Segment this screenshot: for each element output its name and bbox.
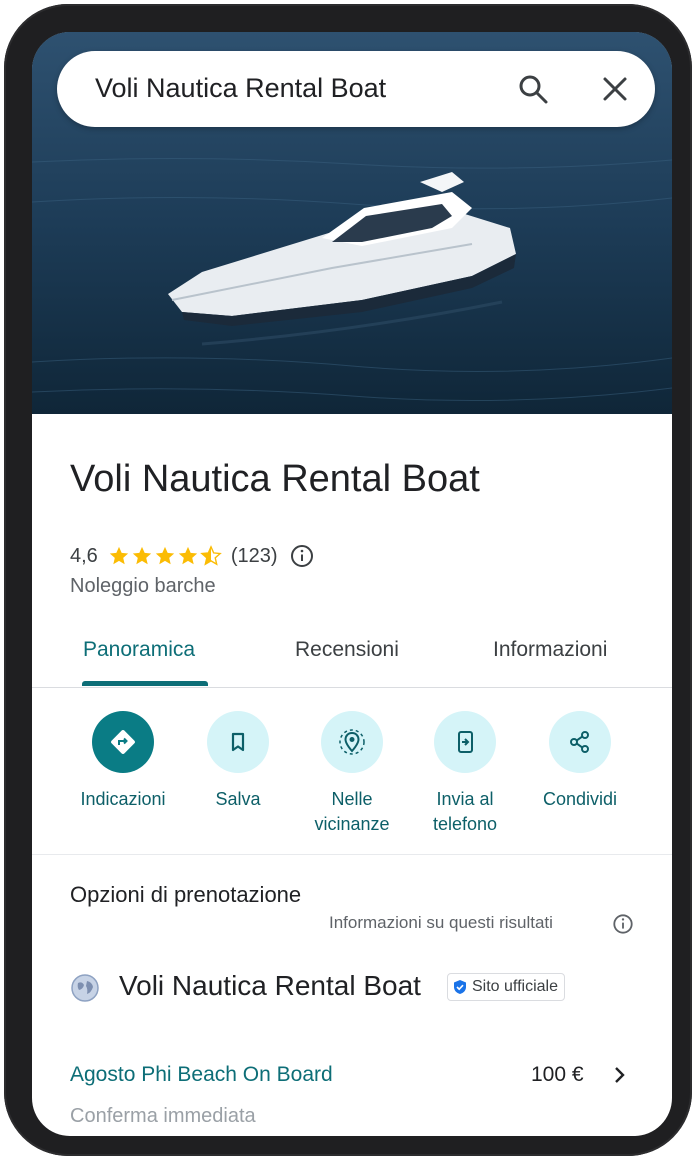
rating-value: 4,6 bbox=[70, 544, 98, 567]
info-icon[interactable] bbox=[612, 913, 634, 935]
share-icon[interactable] bbox=[549, 711, 611, 773]
save-label: Salva bbox=[215, 789, 261, 809]
tab-panoramica[interactable]: Panoramica bbox=[83, 638, 195, 662]
section-divider bbox=[32, 854, 672, 855]
nearby-label-line2: vicinanze bbox=[314, 814, 390, 834]
directions-icon[interactable] bbox=[92, 711, 154, 773]
nearby-label: Nelle vicinanze bbox=[292, 787, 412, 837]
share-button[interactable]: Condividi bbox=[520, 711, 640, 812]
nearby-label-line1: Nelle bbox=[331, 789, 373, 809]
active-tab-indicator bbox=[82, 681, 208, 686]
chevron-right-icon[interactable] bbox=[608, 1064, 630, 1086]
phone-frame: Voli Nautica Rental Boat Voli Nautica Re… bbox=[4, 4, 692, 1156]
half-star-icon bbox=[199, 545, 222, 566]
place-photo[interactable]: Voli Nautica Rental Boat bbox=[32, 32, 672, 414]
search-input[interactable]: Voli Nautica Rental Boat bbox=[95, 73, 386, 104]
review-count[interactable]: (123) bbox=[231, 545, 278, 568]
offer-link[interactable]: Agosto Phi Beach On Board bbox=[70, 1063, 333, 1087]
tabs-divider bbox=[32, 687, 672, 688]
offer-price: 100 € bbox=[531, 1063, 584, 1086]
globe-icon bbox=[71, 974, 99, 1002]
star-icon bbox=[132, 546, 151, 565]
star-icon bbox=[109, 546, 128, 565]
provider-name[interactable]: Voli Nautica Rental Boat bbox=[119, 970, 421, 1002]
send-to-phone-icon[interactable] bbox=[434, 711, 496, 773]
rating-row[interactable]: 4,6 (123) bbox=[70, 542, 314, 570]
shield-icon bbox=[454, 980, 466, 994]
star-rating bbox=[108, 545, 223, 567]
bookmark-icon[interactable] bbox=[207, 711, 269, 773]
directions-button[interactable]: Indicazioni bbox=[63, 711, 183, 812]
nearby-icon[interactable] bbox=[321, 711, 383, 773]
place-category: Noleggio barche bbox=[70, 575, 216, 597]
directions-label: Indicazioni bbox=[80, 789, 166, 809]
official-site-badge: Sito ufficiale bbox=[447, 973, 565, 1001]
send-to-phone-label-line2: telefono bbox=[432, 814, 498, 834]
search-bar[interactable]: Voli Nautica Rental Boat bbox=[57, 51, 655, 127]
star-icon bbox=[155, 546, 174, 565]
save-button[interactable]: Salva bbox=[178, 711, 298, 812]
send-to-phone-label-line1: Invia al bbox=[436, 789, 494, 809]
star-icon bbox=[178, 546, 197, 565]
tab-recensioni[interactable]: Recensioni bbox=[295, 638, 399, 662]
search-icon[interactable] bbox=[515, 71, 551, 107]
offer-subtitle: Conferma immediata bbox=[70, 1105, 256, 1127]
nearby-button[interactable]: Nelle vicinanze bbox=[292, 711, 412, 837]
official-site-label: Sito ufficiale bbox=[472, 978, 558, 995]
tab-informazioni[interactable]: Informazioni bbox=[493, 638, 607, 662]
booking-section-title: Opzioni di prenotazione bbox=[70, 882, 302, 907]
send-to-phone-label: Invia al telefono bbox=[405, 787, 525, 837]
screen: Voli Nautica Rental Boat Voli Nautica Re… bbox=[32, 32, 672, 1136]
share-label: Condividi bbox=[542, 789, 618, 809]
results-info-link[interactable]: Informazioni su questi risultati bbox=[329, 913, 553, 933]
info-icon[interactable] bbox=[290, 544, 314, 568]
place-title: Voli Nautica Rental Boat bbox=[70, 458, 480, 500]
close-icon[interactable] bbox=[597, 71, 633, 107]
send-to-phone-button[interactable]: Invia al telefono bbox=[405, 711, 525, 837]
